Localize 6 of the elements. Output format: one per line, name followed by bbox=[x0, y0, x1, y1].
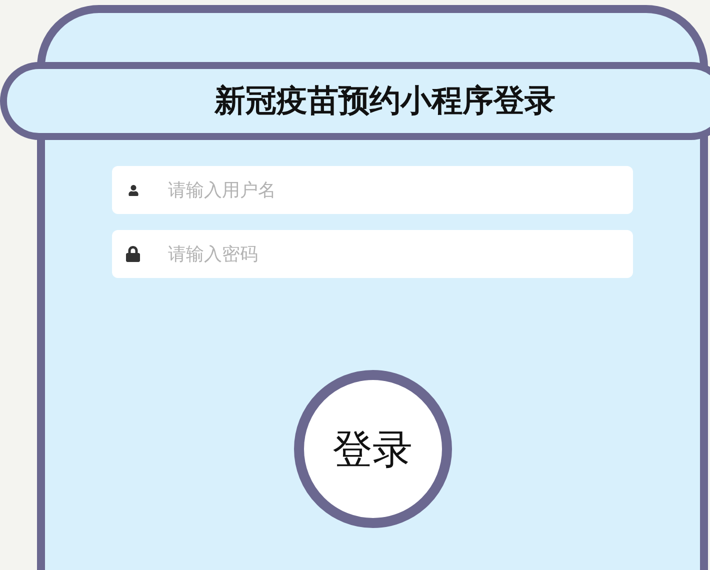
login-button[interactable]: 登录 bbox=[294, 370, 452, 528]
user-icon bbox=[128, 184, 138, 196]
lock-icon bbox=[125, 246, 141, 262]
password-field[interactable]: 请输入密码 bbox=[112, 230, 633, 278]
username-field[interactable]: 请输入用户名 bbox=[112, 166, 633, 214]
page-title: 新冠疫苗预约小程序登录 bbox=[214, 82, 556, 121]
